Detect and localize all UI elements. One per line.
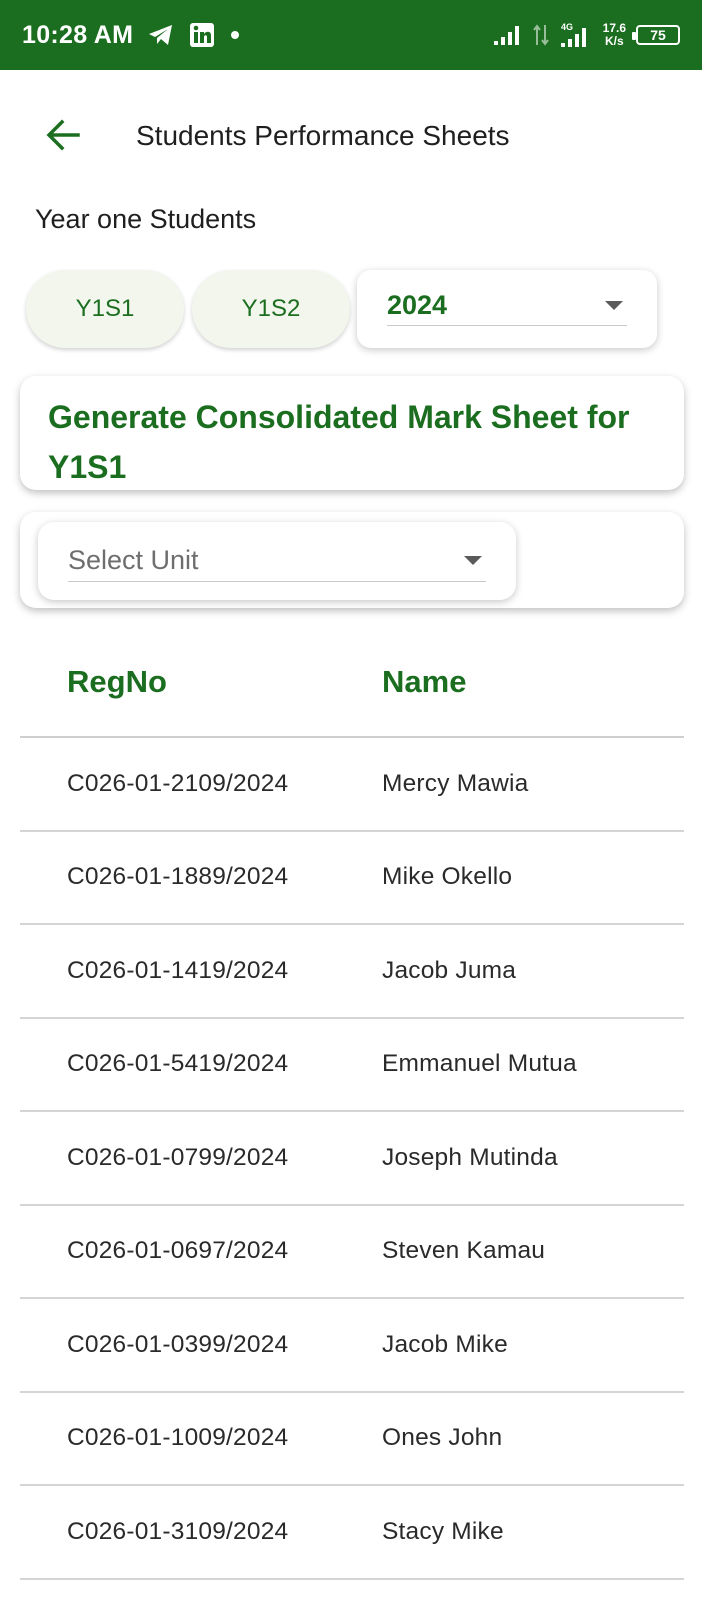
column-header-regno: RegNo: [67, 664, 167, 699]
cell-name: Ones John: [382, 1424, 503, 1452]
signal-4g-icon: 4G: [559, 21, 593, 49]
back-button[interactable]: [40, 114, 86, 160]
telegram-icon: [147, 23, 175, 47]
unit-placeholder: Select Unit: [68, 545, 199, 575]
status-right: 4G 17.6 K/s 75: [493, 21, 680, 49]
battery-icon: 75: [632, 25, 680, 45]
speed-unit: K/s: [604, 34, 624, 48]
tab-y1s1[interactable]: Y1S1: [26, 270, 184, 348]
year-dropdown[interactable]: 2024: [387, 286, 627, 326]
arrow-left-icon: [45, 119, 81, 156]
cell-regno: C026-01-3109/2024: [67, 1517, 289, 1545]
table-row[interactable]: C026-01-0799/2024 Joseph Mutinda: [20, 1112, 684, 1206]
section-title: Year one Students: [35, 204, 257, 234]
cell-name: Joseph Mutinda: [382, 1143, 558, 1171]
linkedin-icon: [189, 22, 215, 48]
year-dropdown-card: 2024: [357, 270, 657, 348]
unit-dropdown[interactable]: Select Unit: [68, 540, 486, 582]
status-time: 10:28 AM: [22, 20, 134, 49]
table-row[interactable]: C026-01-5419/2024 Emmanuel Mutua: [20, 1019, 684, 1112]
cell-name: Steven Kamau: [382, 1237, 546, 1265]
status-bar: 10:28 AM 4G 17.6 K/s 75: [0, 0, 702, 70]
status-left: 10:28 AM: [22, 21, 241, 50]
generate-mark-sheet-button[interactable]: Generate Consolidated Mark Sheet for Y1S…: [20, 376, 684, 490]
cell-regno: C026-01-1889/2024: [67, 863, 289, 891]
signal-icon: [493, 24, 523, 46]
tab-y1s2[interactable]: Y1S2: [192, 270, 350, 348]
table-row[interactable]: C026-01-0399/2024 Jacob Mike: [20, 1299, 684, 1393]
network-type: 4G: [561, 22, 573, 32]
table-row[interactable]: C026-01-1419/2024 Jacob Juma: [20, 925, 684, 1019]
table-row[interactable]: C026-01-0697/2024 Steven Kamau: [20, 1206, 684, 1299]
unit-dropdown-card: Select Unit: [20, 512, 684, 608]
table-row[interactable]: C026-01-2109/2024 Mercy Mawia: [20, 738, 684, 832]
cell-name: Stacy Mike: [382, 1517, 504, 1545]
unit-dropdown-container: Select Unit: [38, 522, 516, 600]
table-row[interactable]: C026-01-1889/2024 Mike Okello: [20, 832, 684, 925]
cell-regno: C026-01-0697/2024: [67, 1237, 289, 1265]
generate-mark-sheet-label: Generate Consolidated Mark Sheet for Y1S…: [48, 399, 630, 485]
page-title: Students Performance Sheets: [136, 120, 510, 151]
data-arrows-icon: [532, 23, 549, 47]
cell-name: Mercy Mawia: [382, 769, 529, 797]
cell-regno: C026-01-5419/2024: [67, 1050, 289, 1078]
cell-name: Mike Okello: [382, 863, 513, 891]
students-table: RegNo Name C026-01-2109/2024 Mercy Mawia…: [20, 628, 684, 1580]
cell-name: Jacob Mike: [382, 1330, 508, 1358]
cell-regno: C026-01-2109/2024: [67, 769, 289, 797]
notification-dot-icon: [229, 29, 241, 41]
cell-regno: C026-01-1419/2024: [67, 956, 289, 984]
cell-name: Jacob Juma: [382, 956, 517, 984]
app-bar: Students Performance Sheets: [0, 70, 702, 204]
caret-down-icon: [464, 556, 482, 565]
caret-down-icon: [605, 301, 623, 310]
column-header-name: Name: [382, 664, 467, 699]
table-row[interactable]: C026-01-3109/2024 Stacy Mike: [20, 1486, 684, 1580]
table-row[interactable]: C026-01-1009/2024 Ones John: [20, 1393, 684, 1486]
cell-regno: C026-01-0799/2024: [67, 1143, 289, 1171]
cell-regno: C026-01-0399/2024: [67, 1330, 289, 1358]
cell-name: Emmanuel Mutua: [382, 1050, 577, 1078]
table-header: RegNo Name: [20, 628, 684, 738]
network-speed: 17.6 K/s: [603, 22, 626, 48]
speed-value: 17.6: [602, 21, 626, 35]
battery-level: 75: [650, 27, 666, 43]
year-value: 2024: [387, 290, 448, 320]
cell-regno: C026-01-1009/2024: [67, 1424, 289, 1452]
